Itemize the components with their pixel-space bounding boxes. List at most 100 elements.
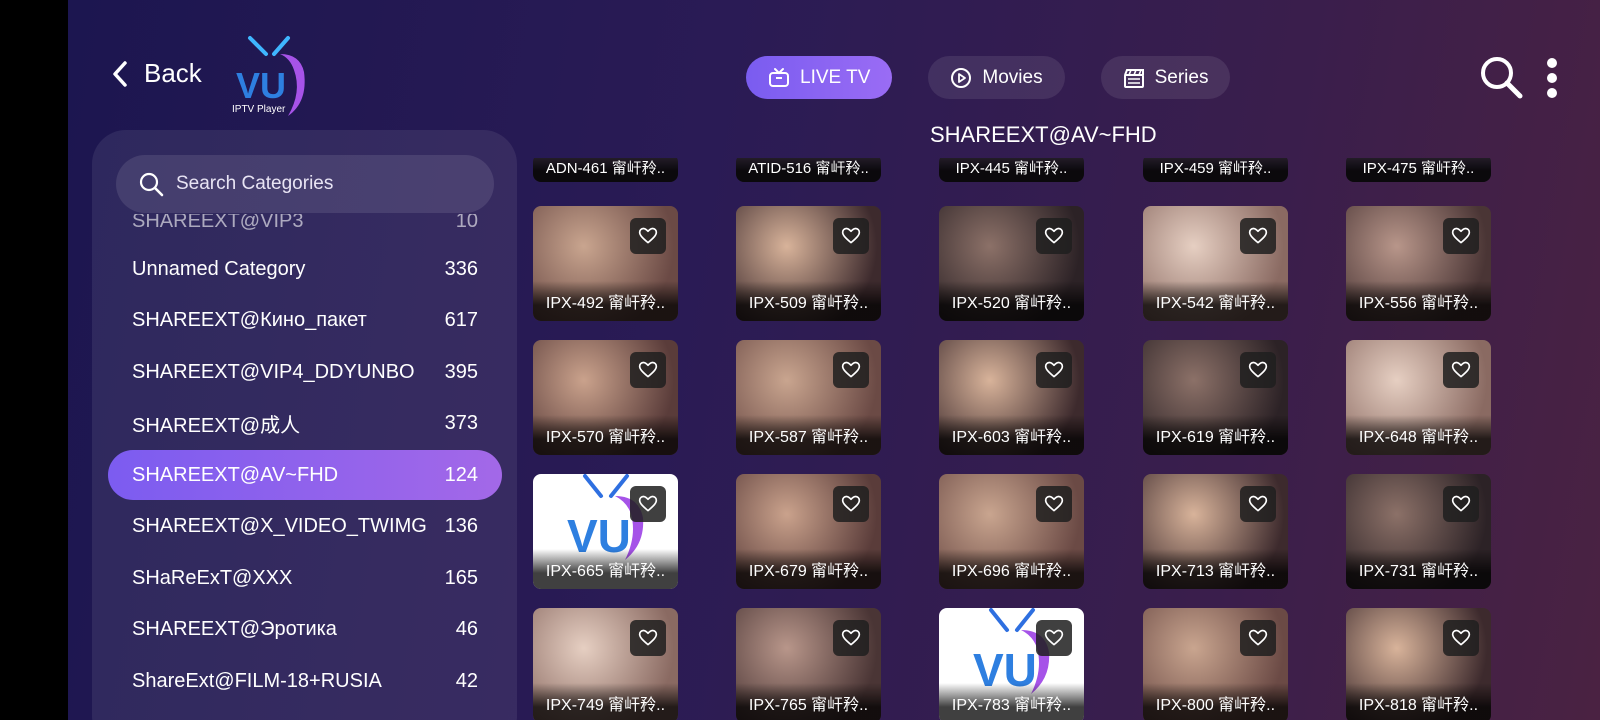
category-item[interactable]: SHAREEXT@成人 373 bbox=[108, 398, 502, 448]
favorite-button[interactable] bbox=[630, 218, 666, 254]
tab-label: Movies bbox=[982, 66, 1043, 88]
category-item[interactable]: ShareExt@FILM-18+RUSIA 42 bbox=[108, 656, 502, 706]
channel-label: IPX-696 甯屽矝.. bbox=[939, 549, 1084, 589]
category-sidebar: Search Categories SHAREEXT@VIP3 10 Unnam… bbox=[92, 130, 517, 720]
category-item[interactable]: SHAREEXT@Эротика 46 bbox=[108, 604, 502, 654]
favorite-button[interactable] bbox=[833, 218, 869, 254]
tab-movies[interactable]: Movies bbox=[928, 56, 1065, 99]
channel-card[interactable]: IPX-696 甯屽矝.. bbox=[939, 474, 1084, 589]
favorite-button[interactable] bbox=[1443, 486, 1479, 522]
heart-icon bbox=[1248, 495, 1268, 512]
channel-label: IPX-520 甯屽矝.. bbox=[939, 281, 1084, 321]
channel-card[interactable]: IPX-587 甯屽矝.. bbox=[736, 340, 881, 455]
channel-card[interactable]: IPX-542 甯屽矝.. bbox=[1143, 206, 1288, 321]
channel-label: IPX-509 甯屽矝.. bbox=[736, 281, 881, 321]
channel-grid: ADN-461 甯屽矝.. ATID-516 甯屽矝.. IPX-445 甯屽矝..… bbox=[533, 158, 1600, 720]
category-item[interactable]: Unnamed Category 336 bbox=[108, 244, 502, 294]
category-list: SHAREEXT@VIP3 10 Unnamed Category 336 SH… bbox=[92, 214, 517, 720]
category-search-input[interactable]: Search Categories bbox=[116, 155, 494, 213]
search-button[interactable] bbox=[1478, 54, 1524, 100]
search-icon bbox=[139, 172, 164, 197]
category-count: 373 bbox=[444, 411, 478, 434]
tab-label: Series bbox=[1154, 66, 1209, 88]
channel-card[interactable]: ATID-516 甯屽矝.. bbox=[736, 158, 881, 182]
category-count: 336 bbox=[444, 257, 478, 280]
tab-live-tv[interactable]: LIVE TV bbox=[746, 56, 893, 99]
channel-card[interactable]: VU IPX-665 甯屽矝.. bbox=[533, 474, 678, 589]
favorite-button[interactable] bbox=[833, 620, 869, 656]
channel-card[interactable]: IPX-713 甯屽矝.. bbox=[1143, 474, 1288, 589]
search-icon bbox=[1481, 57, 1523, 99]
heart-icon bbox=[1451, 361, 1471, 378]
favorite-button[interactable] bbox=[1443, 218, 1479, 254]
favorite-button[interactable] bbox=[630, 352, 666, 388]
heart-icon bbox=[1044, 629, 1064, 646]
heart-icon bbox=[1248, 629, 1268, 646]
more-options-button[interactable] bbox=[1544, 58, 1560, 98]
category-name: SHAREEXT@AV~FHD bbox=[132, 463, 339, 486]
heart-icon bbox=[1044, 227, 1064, 244]
channel-card[interactable]: IPX-459 甯屽矝.. bbox=[1143, 158, 1288, 182]
channel-label: IPX-713 甯屽矝.. bbox=[1143, 549, 1288, 589]
category-name: SHAREEXT@成人 bbox=[132, 414, 301, 437]
category-name: SHAREEXT@X_VIDEO_TWIMG bbox=[132, 514, 427, 537]
category-item[interactable]: SHAREEXT@Кино_пакет 617 bbox=[108, 295, 502, 345]
channel-card[interactable]: IPX-731 甯屽矝.. bbox=[1346, 474, 1491, 589]
category-count: 10 bbox=[455, 214, 478, 232]
favorite-button[interactable] bbox=[1443, 620, 1479, 656]
favorite-button[interactable] bbox=[630, 620, 666, 656]
channel-label: IPX-603 甯屽矝.. bbox=[939, 415, 1084, 455]
category-item[interactable]: SHAREEXT@VIP3 10 bbox=[108, 214, 502, 246]
channel-label: IPX-570 甯屽矝.. bbox=[533, 415, 678, 455]
channel-card[interactable]: IPX-603 甯屽矝.. bbox=[939, 340, 1084, 455]
channel-card[interactable]: IPX-818 甯屽矝.. bbox=[1346, 608, 1491, 720]
channel-card[interactable]: IPX-749 甯屽矝.. bbox=[533, 608, 678, 720]
favorite-button[interactable] bbox=[630, 486, 666, 522]
heart-icon bbox=[841, 495, 861, 512]
heart-icon bbox=[638, 227, 658, 244]
channel-card[interactable]: VU IPX-783 甯屽矝.. bbox=[939, 608, 1084, 720]
channel-card[interactable]: IPX-445 甯屽矝.. bbox=[939, 158, 1084, 182]
favorite-button[interactable] bbox=[833, 486, 869, 522]
tab-series[interactable]: Series bbox=[1100, 56, 1231, 99]
category-item[interactable]: SHAREEXT@VIP4_DDYUNBO 395 bbox=[108, 347, 502, 397]
category-count: 46 bbox=[455, 617, 478, 640]
channel-label: IPX-619 甯屽矝.. bbox=[1143, 415, 1288, 455]
favorite-button[interactable] bbox=[1443, 352, 1479, 388]
favorite-button[interactable] bbox=[1036, 352, 1072, 388]
category-item[interactable]: SHAREEXT@X_VIDEO_TWIMG 136 bbox=[108, 501, 502, 551]
channel-card[interactable]: IPX-570 甯屽矝.. bbox=[533, 340, 678, 455]
channel-card[interactable]: IPX-765 甯屽矝.. bbox=[736, 608, 881, 720]
back-button[interactable]: Back bbox=[110, 58, 202, 89]
favorite-button[interactable] bbox=[1240, 218, 1276, 254]
channel-label: IPX-783 甯屽矝.. bbox=[939, 683, 1084, 720]
category-item-active[interactable]: SHAREEXT@AV~FHD 124 bbox=[108, 450, 502, 500]
channel-card[interactable]: IPX-800 甯屽矝.. bbox=[1143, 608, 1288, 720]
channel-card[interactable]: IPX-648 甯屽矝.. bbox=[1346, 340, 1491, 455]
category-name: Unnamed Category bbox=[132, 257, 306, 280]
favorite-button[interactable] bbox=[1036, 486, 1072, 522]
favorite-button[interactable] bbox=[1036, 218, 1072, 254]
channel-card[interactable]: IPX-492 甯屽矝.. bbox=[533, 206, 678, 321]
channel-label: IPX-731 甯屽矝.. bbox=[1346, 549, 1491, 589]
channel-card[interactable]: IPX-520 甯屽矝.. bbox=[939, 206, 1084, 321]
channel-label: IPX-818 甯屽矝.. bbox=[1346, 683, 1491, 720]
clapperboard-icon bbox=[1123, 68, 1144, 88]
channel-label: ATID-516 甯屽矝.. bbox=[736, 158, 881, 182]
favorite-button[interactable] bbox=[1036, 620, 1072, 656]
channel-card[interactable]: IPX-619 甯屽矝.. bbox=[1143, 340, 1288, 455]
channel-card[interactable]: IPX-556 甯屽矝.. bbox=[1346, 206, 1491, 321]
favorite-button[interactable] bbox=[1240, 486, 1276, 522]
more-dot-icon bbox=[1547, 88, 1557, 98]
channel-label: IPX-492 甯屽矝.. bbox=[533, 281, 678, 321]
category-name: SHAREEXT@VIP4_DDYUNBO bbox=[132, 360, 415, 383]
channel-card[interactable]: IPX-509 甯屽矝.. bbox=[736, 206, 881, 321]
channel-card[interactable]: IPX-679 甯屽矝.. bbox=[736, 474, 881, 589]
favorite-button[interactable] bbox=[1240, 620, 1276, 656]
category-item[interactable]: SHaReExT@XXX 165 bbox=[108, 553, 502, 603]
favorite-button[interactable] bbox=[833, 352, 869, 388]
channel-card[interactable]: ADN-461 甯屽矝.. bbox=[533, 158, 678, 182]
favorite-button[interactable] bbox=[1240, 352, 1276, 388]
channel-label: ADN-461 甯屽矝.. bbox=[533, 158, 678, 182]
channel-card[interactable]: IPX-475 甯屽矝.. bbox=[1346, 158, 1491, 182]
